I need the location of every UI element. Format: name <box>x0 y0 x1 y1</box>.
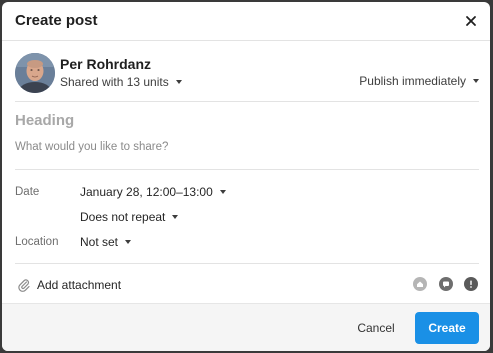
chevron-down-icon <box>125 239 132 244</box>
shared-with-label: Shared with 13 units <box>60 75 169 89</box>
post-body-input[interactable] <box>15 141 475 153</box>
attachment-row: Add attachment <box>15 276 479 294</box>
location-label: Location <box>15 236 59 248</box>
create-button[interactable]: Create <box>415 312 479 344</box>
close-icon <box>466 16 476 26</box>
paperclip-icon <box>18 279 30 292</box>
add-attachment-label: Add attachment <box>37 278 122 292</box>
divider <box>15 263 479 264</box>
date-label: Date <box>15 186 40 198</box>
author-name: Per Rohrdanz <box>60 56 152 72</box>
shared-with-dropdown[interactable]: Shared with 13 units <box>60 75 182 89</box>
publish-schedule-dropdown[interactable]: Publish immediately <box>359 74 479 88</box>
home-icon[interactable] <box>413 277 427 291</box>
chevron-down-icon <box>473 78 479 83</box>
divider <box>15 169 479 170</box>
alert-icon[interactable] <box>464 277 478 291</box>
location-dropdown[interactable]: Not set <box>80 235 132 249</box>
chevron-down-icon <box>219 189 226 194</box>
dialog-header: Create post <box>2 2 490 41</box>
repeat-dropdown[interactable]: Does not repeat <box>80 210 179 224</box>
heading-input[interactable] <box>15 112 475 129</box>
date-value: January 28, 12:00–13:00 <box>80 185 213 199</box>
repeat-value: Does not repeat <box>80 210 166 224</box>
location-value: Not set <box>80 235 119 249</box>
cancel-button[interactable]: Cancel <box>345 312 407 344</box>
avatar <box>15 53 55 93</box>
publish-label: Publish immediately <box>359 74 466 88</box>
dialog-title: Create post <box>15 12 98 29</box>
chat-icon[interactable] <box>439 277 453 291</box>
chevron-down-icon <box>172 214 179 219</box>
author-row: Per Rohrdanz Shared with 13 units Publis… <box>15 53 479 93</box>
date-dropdown[interactable]: January 28, 12:00–13:00 <box>80 185 226 199</box>
chevron-down-icon <box>175 79 182 84</box>
dialog-footer: Cancel Create <box>2 303 490 351</box>
create-post-dialog: Create post Per Rohrdanz Shared with 13 … <box>2 2 490 351</box>
divider <box>15 101 479 102</box>
close-button[interactable] <box>462 12 480 30</box>
